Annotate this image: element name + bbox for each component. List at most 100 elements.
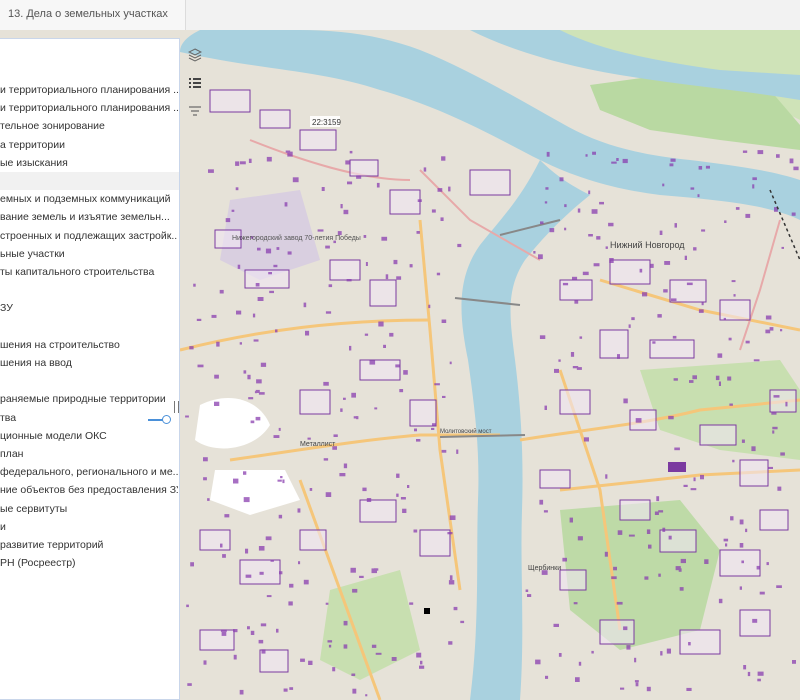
nizhny-label: Нижний Новгород: [610, 240, 685, 250]
list-icon[interactable]: [184, 72, 206, 94]
parcel-mark: [233, 478, 239, 484]
parcel-mark: [289, 583, 294, 588]
parcel-mark: [325, 492, 332, 497]
parcel-mark: [727, 376, 732, 381]
parcel-mark: [639, 268, 643, 273]
parcel-mark: [780, 329, 783, 332]
layer-item[interactable]: ьные участки: [0, 245, 178, 263]
tab-land-cases[interactable]: 13. Дела о земельных участках: [0, 0, 186, 30]
filter-icon[interactable]: [184, 100, 206, 122]
parcel-mark: [731, 280, 736, 283]
layer-item[interactable]: шения на ввод: [0, 354, 178, 372]
parcel-mark: [634, 657, 637, 663]
layer-item[interactable]: [0, 372, 178, 390]
parcel-mark: [659, 230, 663, 235]
parcel-mark: [752, 618, 758, 623]
parcel-mark: [535, 659, 541, 665]
parcel-mark: [623, 626, 628, 631]
parcel-mark: [751, 446, 756, 452]
parcel-mark: [346, 279, 352, 282]
layer-item[interactable]: а территории: [0, 136, 178, 154]
parcel-mark: [303, 579, 309, 585]
layer-item[interactable]: и территориального планирования ...: [0, 81, 178, 99]
parcel-mark: [605, 246, 608, 249]
parcel-mark: [700, 474, 704, 480]
parcel-mark: [247, 626, 250, 630]
parcel-mark: [679, 587, 684, 591]
parcel-mark: [730, 516, 734, 521]
parcel-mark: [460, 620, 465, 624]
parcel-mark: [321, 187, 325, 191]
parcel-mark: [781, 246, 784, 249]
panel-scrollbar[interactable]: [174, 401, 179, 413]
parcel-mark: [657, 314, 662, 318]
layer-item[interactable]: ционные модели ОКС: [0, 427, 178, 445]
layer-item[interactable]: емных и подземных коммуникаций: [0, 190, 178, 208]
layer-item[interactable]: и: [0, 518, 178, 536]
parcel-mark: [365, 694, 368, 697]
parcel-mark: [690, 488, 697, 491]
layer-item[interactable]: ые изыскания: [0, 154, 178, 172]
layer-item[interactable]: [0, 172, 178, 190]
parcel-mark: [575, 677, 580, 682]
layer-item[interactable]: федерального, регионального и ме...: [0, 463, 178, 481]
parcel-mark: [631, 317, 635, 321]
parcel-mark: [432, 423, 437, 426]
layer-item[interactable]: развитие территорий: [0, 536, 178, 554]
layer-item[interactable]: раняемые природные территории: [0, 390, 178, 408]
parcel-mark: [363, 235, 367, 238]
parcel-mark: [538, 254, 543, 260]
parcel-mark: [582, 271, 589, 276]
parcel-mark: [441, 319, 447, 323]
layer-item[interactable]: ые сервитуты: [0, 500, 178, 518]
parcel-mark: [605, 474, 608, 479]
parcel-mark: [732, 459, 735, 463]
layer-item[interactable]: [0, 318, 178, 336]
layer-item[interactable]: план: [0, 445, 178, 463]
parcel-mark: [745, 340, 750, 344]
parcel-mark: [280, 476, 283, 479]
parcel-mark: [705, 165, 710, 169]
layer-item[interactable]: ЗУ: [0, 299, 178, 317]
parcel-mark: [393, 259, 398, 265]
parcel-mark: [364, 333, 369, 336]
parcel-mark: [447, 532, 453, 535]
parcel-mark: [343, 463, 348, 469]
layer-item[interactable]: тельное зонирование: [0, 117, 178, 135]
parcel-mark: [325, 311, 332, 314]
parcel-mark: [765, 315, 772, 320]
parcel-mark: [772, 426, 778, 430]
parcel-mark: [385, 274, 389, 280]
parcel-mark: [757, 150, 764, 155]
layers-icon[interactable]: [184, 44, 206, 66]
parcel-mark: [207, 498, 210, 501]
parcel-mark: [527, 594, 532, 597]
parcel-mark: [323, 381, 329, 386]
parcel-mark: [668, 535, 672, 540]
layer-item[interactable]: и территориального планирования ...: [0, 99, 178, 117]
parcel-mark: [593, 263, 600, 267]
parcel-mark: [654, 511, 659, 515]
parcel-mark: [577, 208, 581, 213]
parcel-mark: [611, 576, 617, 580]
layer-item[interactable]: строенных и подлежащих застройк...: [0, 227, 178, 245]
parcel-mark: [572, 276, 578, 280]
parcel-mark: [698, 166, 703, 170]
parcel-mark: [564, 204, 567, 208]
layer-item[interactable]: ние объектов без предоставления ЗУ: [0, 481, 178, 499]
layer-item[interactable]: шения на строительство: [0, 336, 178, 354]
parcel-mark: [664, 261, 671, 265]
layer-item[interactable]: РН (Росреестр): [0, 554, 178, 572]
layer-item[interactable]: [0, 281, 178, 299]
opacity-slider-knob[interactable]: [162, 415, 171, 424]
layer-item[interactable]: вание земель и изъятие земельн...: [0, 208, 178, 226]
layer-item[interactable]: ты капитального строительства: [0, 263, 178, 281]
parcel-mark: [292, 177, 299, 183]
parcel-mark: [592, 151, 596, 155]
parcel-mark: [190, 562, 194, 567]
parcel-mark: [735, 207, 740, 210]
layers-panel: и территориального планирования ... и тер…: [0, 38, 180, 700]
parcel-mark: [287, 151, 293, 157]
layer-item[interactable]: тва: [0, 409, 178, 427]
parcel-mark: [663, 289, 668, 293]
